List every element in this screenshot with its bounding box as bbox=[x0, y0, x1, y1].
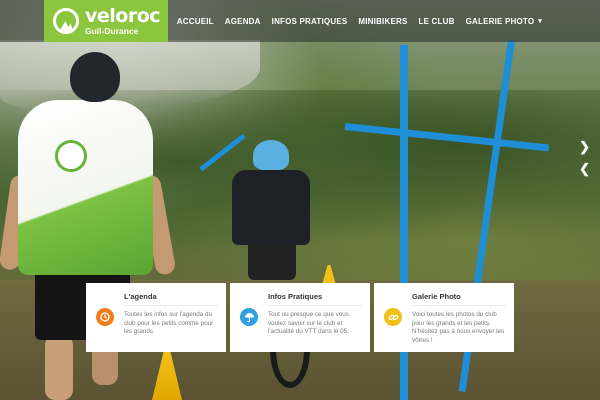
nav-item-minibikers[interactable]: MINIBIKERS bbox=[358, 17, 407, 26]
umbrella-icon bbox=[240, 308, 258, 326]
kid-rider bbox=[232, 170, 310, 245]
site-logo[interactable]: veloroc Guil-Durance bbox=[44, 0, 168, 42]
nav-label: LE CLUB bbox=[418, 16, 455, 26]
nav-item-galerie-photo[interactable]: GALERIE PHOTO ▾ bbox=[466, 17, 542, 26]
card-title: L'agenda bbox=[124, 292, 218, 306]
card-title: Galerie Photo bbox=[412, 292, 506, 306]
nav-item-infos-pratiques[interactable]: INFOS PRATIQUES bbox=[272, 17, 348, 26]
kid-legs bbox=[248, 240, 296, 280]
feature-card-infos-pratiques[interactable]: Infos Pratiques Tout ou presque ce que v… bbox=[230, 283, 370, 352]
card-text: Tout ou presque ce que vous voulez savoi… bbox=[268, 311, 349, 335]
card-text: Toutes les infos sur l'agenda du club po… bbox=[124, 311, 214, 335]
chevron-right-icon[interactable]: ❯ bbox=[579, 140, 590, 153]
logo-text: veloroc Guil-Durance bbox=[85, 4, 161, 36]
card-text: Voici toutes les photos du club pour les… bbox=[412, 311, 505, 344]
logo-subtitle: Guil-Durance bbox=[85, 25, 139, 36]
jersey-logo bbox=[55, 140, 87, 172]
rider-leg bbox=[45, 335, 73, 400]
clock-icon bbox=[96, 308, 114, 326]
chevron-left-icon[interactable]: ❮ bbox=[579, 162, 590, 175]
mountain-logo-icon bbox=[53, 8, 79, 34]
logo-name: veloroc bbox=[85, 4, 161, 27]
link-icon bbox=[384, 308, 402, 326]
card-title: Infos Pratiques bbox=[268, 292, 362, 306]
nav-label: AGENDA bbox=[224, 16, 261, 26]
nav-label: GALERIE PHOTO bbox=[465, 16, 535, 26]
feature-card-agenda[interactable]: L'agenda Toutes les infos sur l'agenda d… bbox=[86, 283, 226, 352]
kid-helmet bbox=[253, 140, 289, 170]
nav-label: INFOS PRATIQUES bbox=[271, 16, 348, 26]
rider-helmet bbox=[70, 52, 120, 102]
feature-card-galerie-photo[interactable]: Galerie Photo Voici toutes les photos du… bbox=[374, 283, 514, 352]
nav-item-accueil[interactable]: ACCUEIL bbox=[177, 17, 214, 26]
site-header: veloroc Guil-Durance ACCUEIL AGENDA INFO… bbox=[0, 0, 600, 42]
nav-label: ACCUEIL bbox=[176, 16, 214, 26]
main-nav: ACCUEIL AGENDA INFOS PRATIQUES MINIBIKER… bbox=[177, 0, 542, 42]
rider-jersey bbox=[18, 100, 153, 275]
nav-item-agenda[interactable]: AGENDA bbox=[225, 17, 261, 26]
nav-item-le-club[interactable]: LE CLUB bbox=[419, 17, 455, 26]
nav-label: MINIBIKERS bbox=[358, 16, 408, 26]
chevron-down-icon: ▾ bbox=[538, 18, 542, 25]
